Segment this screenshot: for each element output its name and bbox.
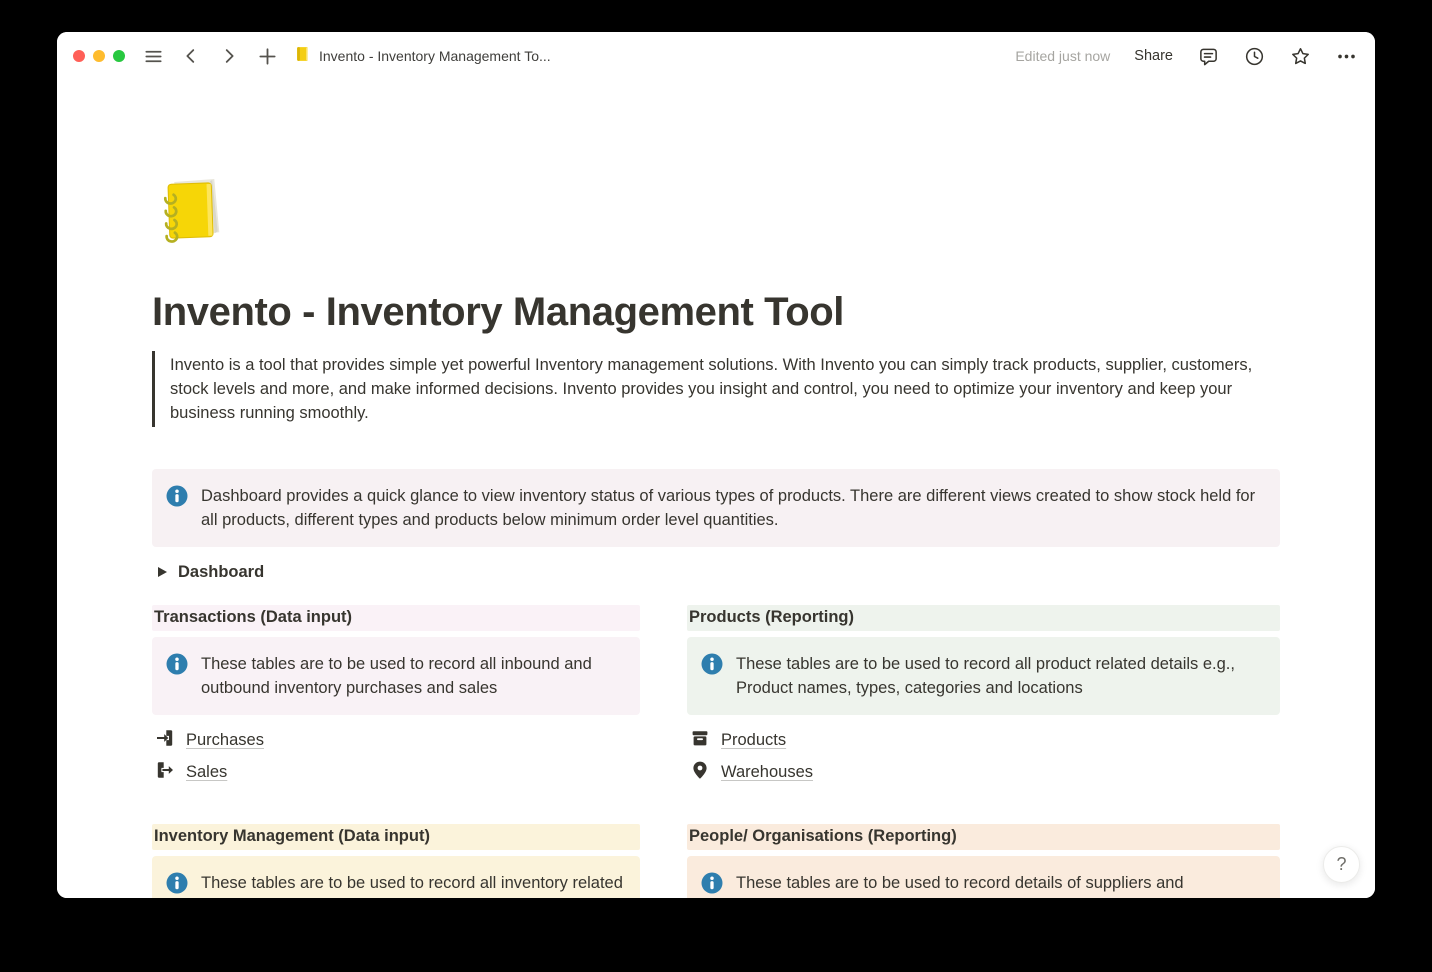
link-warehouses[interactable]: Warehouses xyxy=(687,756,1280,788)
section-heading-text: Inventory Management (Data input) xyxy=(154,827,430,845)
link-label: Products xyxy=(721,731,786,750)
dashboard-toggle[interactable]: Dashboard xyxy=(152,557,1280,587)
section-products: Products (Reporting) These tables are to… xyxy=(687,605,1280,788)
zoom-window-button[interactable] xyxy=(113,50,125,62)
dashboard-callout: Dashboard provides a quick glance to vie… xyxy=(152,469,1280,547)
location-pin-icon xyxy=(690,760,710,785)
active-tab[interactable]: Invento - Inventory Management To... xyxy=(293,45,551,68)
section-callout-text: These tables are to be used to record al… xyxy=(201,871,624,898)
link-label: Purchases xyxy=(186,731,264,750)
section-callout: These tables are to be used to record al… xyxy=(152,856,640,898)
share-button[interactable]: Share xyxy=(1134,48,1173,64)
section-transactions: Transactions (Data input) These tables a… xyxy=(152,605,640,788)
info-icon xyxy=(701,872,723,898)
titlebar: Invento - Inventory Management To... Edi… xyxy=(57,32,1375,80)
link-label: Warehouses xyxy=(721,763,813,782)
section-callout-text: These tables are to be used to record de… xyxy=(736,871,1264,898)
help-button[interactable]: ? xyxy=(1323,846,1360,883)
section-callout-text: These tables are to be used to record al… xyxy=(201,652,624,700)
sidebar-menu-icon[interactable] xyxy=(141,44,165,68)
link-purchases[interactable]: Purchases xyxy=(152,724,640,756)
page-title: Invento - Inventory Management Tool xyxy=(152,290,1280,335)
tab-title: Invento - Inventory Management To... xyxy=(319,48,551,64)
section-callout-text: These tables are to be used to record al… xyxy=(736,652,1264,700)
intro-quote: Invento is a tool that provides simple y… xyxy=(152,351,1280,427)
info-icon xyxy=(166,872,188,898)
edited-status: Edited just now xyxy=(1015,48,1110,64)
info-icon xyxy=(166,653,188,700)
section-callout: These tables are to be used to record al… xyxy=(152,637,640,715)
dashboard-callout-text: Dashboard provides a quick glance to vie… xyxy=(201,484,1264,532)
dashboard-toggle-label: Dashboard xyxy=(178,563,264,582)
archive-box-icon xyxy=(690,728,710,753)
history-icon[interactable] xyxy=(1243,45,1265,67)
back-icon[interactable] xyxy=(179,44,203,68)
link-sales[interactable]: Sales xyxy=(152,756,640,788)
info-icon xyxy=(166,485,188,532)
section-heading: People/ Organisations (Reporting) xyxy=(687,824,1280,850)
section-people-organisations: People/ Organisations (Reporting) These … xyxy=(687,824,1280,898)
more-options-icon[interactable] xyxy=(1335,45,1357,67)
section-heading-text: Transactions (Data input) xyxy=(154,608,352,626)
traffic-lights xyxy=(73,50,125,62)
section-callout: These tables are to be used to record al… xyxy=(687,637,1280,715)
section-heading: Inventory Management (Data input) xyxy=(152,824,640,850)
forward-icon[interactable] xyxy=(217,44,241,68)
section-heading-text: People/ Organisations (Reporting) xyxy=(689,827,957,845)
app-window: Invento - Inventory Management To... Edi… xyxy=(57,32,1375,898)
page-scroll-area[interactable]: Invento - Inventory Management Tool Inve… xyxy=(57,80,1375,898)
enter-door-icon xyxy=(155,728,175,753)
link-label: Sales xyxy=(186,763,227,782)
info-icon xyxy=(701,653,723,700)
minimize-window-button[interactable] xyxy=(93,50,105,62)
section-heading: Products (Reporting) xyxy=(687,605,1280,631)
favorite-star-icon[interactable] xyxy=(1289,45,1311,67)
section-heading: Transactions (Data input) xyxy=(152,605,640,631)
link-products[interactable]: Products xyxy=(687,724,1280,756)
exit-door-icon xyxy=(155,760,175,785)
close-window-button[interactable] xyxy=(73,50,85,62)
section-callout: These tables are to be used to record de… xyxy=(687,856,1280,898)
toggle-arrow-icon[interactable] xyxy=(158,567,167,577)
section-heading-text: Products (Reporting) xyxy=(689,608,854,626)
notebook-tab-icon xyxy=(293,45,311,68)
new-tab-icon[interactable] xyxy=(255,44,279,68)
comments-icon[interactable] xyxy=(1197,45,1219,67)
page-icon-notebook[interactable] xyxy=(152,172,228,248)
section-inventory-management: Inventory Management (Data input) These … xyxy=(152,824,640,898)
